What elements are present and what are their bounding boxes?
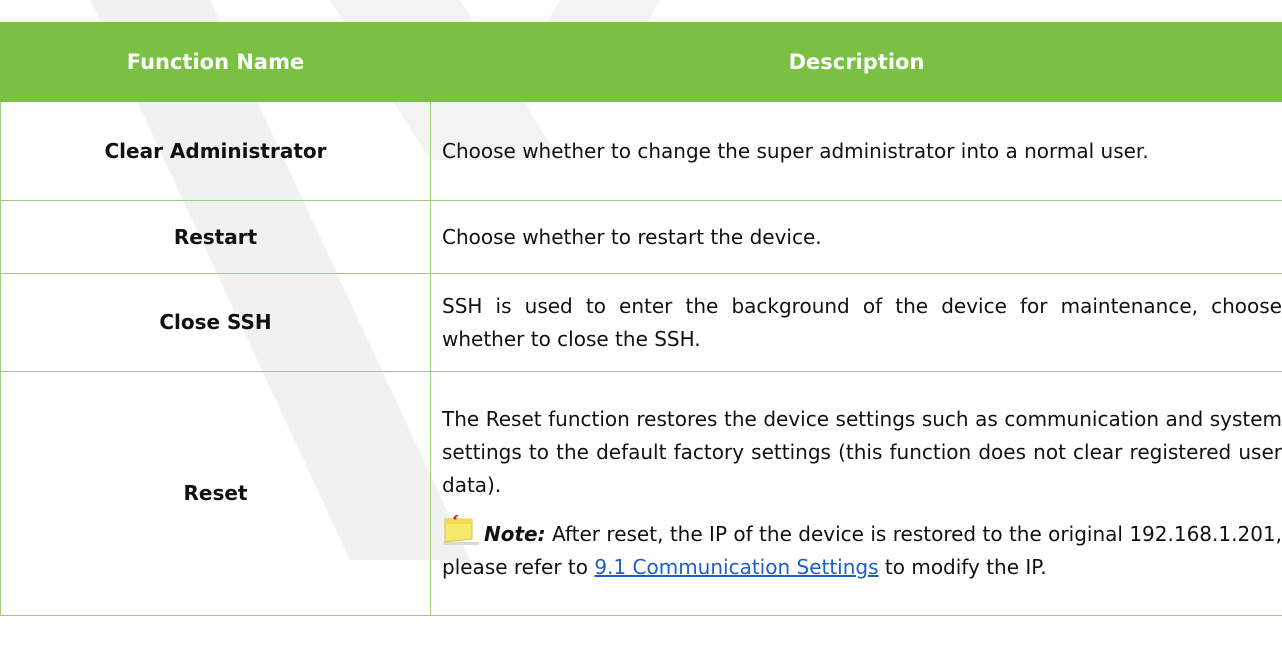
description-cell: SSH is used to enter the background of t… (430, 273, 1282, 372)
function-name-cell: Restart (0, 200, 431, 274)
communication-settings-link[interactable]: 9.1 Communication Settings (594, 555, 878, 579)
note-paragraph: Note: After reset, the IP of the device … (442, 511, 1282, 584)
table-header-row: Function Name Description (0, 22, 1282, 102)
function-name-cell: Reset (0, 371, 431, 616)
description-text: Choose whether to restart the device. (442, 224, 822, 249)
table-row: Close SSH SSH is used to enter the backg… (0, 273, 1282, 372)
header-function-name: Function Name (0, 22, 431, 102)
header-description: Description (430, 22, 1282, 102)
note-label: Note: (484, 522, 546, 546)
table-row: Clear Administrator Choose whether to ch… (0, 101, 1282, 201)
table-row: Reset The Reset function restores the de… (0, 371, 1282, 616)
description-text: Choose whether to change the super admin… (442, 138, 1149, 163)
table-row: Restart Choose whether to restart the de… (0, 200, 1282, 274)
function-name-cell: Clear Administrator (0, 101, 431, 201)
function-table: Function Name Description Clear Administ… (0, 22, 1282, 616)
description-text: The Reset function restores the device s… (442, 407, 1282, 497)
description-cell: Choose whether to restart the device. (430, 200, 1282, 274)
note-text-after: to modify the IP. (878, 555, 1047, 579)
description-cell: The Reset function restores the device s… (430, 371, 1282, 616)
description-text: SSH is used to enter the background of t… (442, 293, 1282, 351)
description-cell: Choose whether to change the super admin… (430, 101, 1282, 201)
function-name-cell: Close SSH (0, 273, 431, 372)
sticky-note-icon (442, 511, 480, 545)
